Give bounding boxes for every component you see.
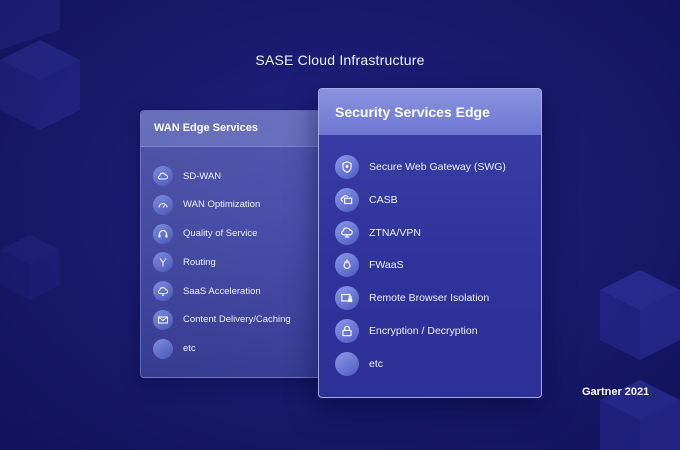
list-item-label: Encryption / Decryption [369,324,478,337]
sse-services-list: Secure Web Gateway (SWG) CASB ZTNA/VPN F… [335,155,506,385]
browser-lock-icon [335,286,359,311]
list-item: etc [335,351,506,376]
sse-panel-heading: Security Services Edge [319,89,541,135]
list-item-label: WAN Optimization [183,199,261,211]
list-item: WAN Optimization [153,194,291,215]
list-item-label: Content Delivery/Caching [183,314,291,326]
list-item-label: etc [183,343,196,355]
blank-circle-icon [153,338,173,359]
wan-panel-heading: WAN Edge Services [141,111,339,147]
list-item-label: Secure Web Gateway (SWG) [369,161,506,173]
blank-circle-icon [335,351,359,376]
list-item: SD-WAN [153,166,291,186]
list-item-label: SD-WAN [183,170,222,182]
list-item: ZTNA/VPN [335,220,506,245]
list-item-label: FWaaS [369,259,404,272]
list-item: SaaS Acceleration [153,281,291,302]
wan-services-list: SD-WAN WAN Optimization Quality of Servi… [153,166,291,368]
list-item: Remote Browser Isolation [335,286,506,311]
speedometer-icon [153,194,173,215]
list-item-label: Quality of Service [183,228,258,240]
list-item: etc [153,338,291,359]
list-item-label: SaaS Acceleration [183,285,261,297]
padlock-icon [335,318,359,343]
list-item: Quality of Service [153,223,291,244]
diagram-title: SASE Cloud Infrastructure [255,52,425,68]
flame-icon [335,253,359,278]
shield-icon [335,155,359,179]
list-item: Secure Web Gateway (SWG) [335,155,506,179]
list-item: Routing [153,252,291,273]
cloud-network-icon [335,220,359,245]
list-item-label: etc [369,357,384,370]
list-item: Content Delivery/Caching [153,309,291,330]
list-item-label: Routing [183,256,216,268]
list-item-label: ZTNA/VPN [369,226,421,239]
cloud-monitor-icon [335,187,359,212]
cloud-icon [153,166,173,186]
cloud-gear-icon [153,281,173,302]
list-item: Encryption / Decryption [335,318,506,343]
list-item-label: CASB [369,193,398,206]
envelope-icon [153,309,173,330]
list-item: FWaaS [335,253,506,278]
security-services-edge-panel: Security Services Edge Secure Web Gatewa… [318,88,542,398]
wan-edge-services-panel: WAN Edge Services SD-WAN WAN Optimizatio… [140,110,340,378]
routing-fork-icon [153,252,173,273]
list-item: CASB [335,187,506,212]
headset-icon [153,223,173,244]
source-credit: Gartner 2021 [582,386,650,398]
list-item-label: Remote Browser Isolation [369,292,490,305]
